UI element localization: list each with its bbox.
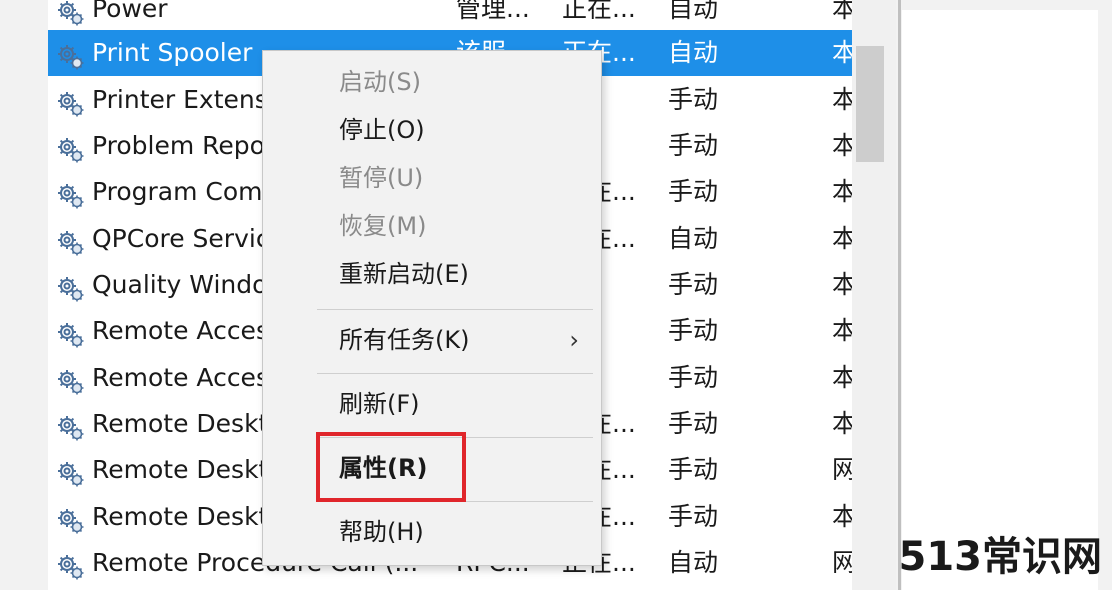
service-logon-as-cell: 本: [832, 177, 852, 206]
service-logon-as-cell: 本: [832, 0, 852, 23]
menu-item-label: 暂停(U): [339, 164, 424, 192]
service-name-cell: Power: [92, 0, 168, 23]
service-logon-as-cell: 本: [832, 85, 852, 114]
menu-item-label: 所有任务(K): [339, 326, 470, 354]
service-logon-as-cell: 本: [832, 224, 852, 253]
menu-item-start[interactable]: 启动(S): [263, 59, 601, 105]
service-startup-type-cell: 手动: [668, 363, 719, 392]
service-logon-as-cell: 网: [832, 548, 852, 577]
service-logon-as-cell: 本: [832, 409, 852, 438]
service-startup-type-cell: 自动: [668, 224, 719, 253]
service-startup-type-cell: 自动: [668, 548, 719, 577]
service-startup-type-cell: 手动: [668, 131, 719, 160]
gear-icon: [56, 365, 86, 395]
menu-item-label: 刷新(F): [339, 390, 420, 418]
gear-icon: [56, 133, 86, 163]
gear-icon: [56, 226, 86, 256]
service-logon-as-cell: 本: [832, 131, 852, 160]
service-startup-type-cell: 手动: [668, 502, 719, 531]
service-startup-type-cell: 自动: [668, 0, 719, 23]
service-logon-as-cell: 本: [832, 270, 852, 299]
service-description-cell: 管理...: [456, 0, 530, 23]
service-logon-as-cell: 本: [832, 316, 852, 345]
service-logon-as-cell: 网: [832, 455, 852, 484]
menu-item-label: 恢复(M): [339, 212, 427, 240]
service-logon-as-cell: 本: [832, 502, 852, 531]
menu-item-label: 重新启动(E): [339, 260, 469, 288]
service-status-cell: 正在...: [562, 0, 636, 23]
service-startup-type-cell: 手动: [668, 316, 719, 345]
gear-icon: [56, 411, 86, 441]
gear-icon: [56, 504, 86, 534]
annotation-highlight-box: [316, 432, 466, 502]
table-row[interactable]: Power 管理... 正在... 自动 本: [48, 0, 852, 32]
service-startup-type-cell: 手动: [668, 177, 719, 206]
chevron-right-icon: ›: [569, 326, 579, 354]
gear-icon: [56, 0, 86, 26]
menu-item-label: 帮助(H): [339, 518, 424, 546]
menu-separator: [317, 373, 593, 374]
menu-item-refresh[interactable]: 刷新(F): [263, 381, 601, 427]
menu-item-help[interactable]: 帮助(H): [263, 509, 601, 555]
vertical-scrollbar-thumb[interactable]: [856, 46, 884, 162]
menu-item-resume[interactable]: 恢复(M): [263, 203, 601, 249]
gear-icon: [56, 87, 86, 117]
menu-item-stop[interactable]: 停止(O): [263, 107, 601, 153]
gear-icon: [56, 40, 86, 70]
menu-item-restart[interactable]: 重新启动(E): [263, 251, 601, 297]
menu-item-pause[interactable]: 暂停(U): [263, 155, 601, 201]
service-startup-type-cell: 手动: [668, 409, 719, 438]
gear-icon: [56, 457, 86, 487]
gear-icon: [56, 272, 86, 302]
gear-icon: [56, 550, 86, 580]
menu-item-all-tasks[interactable]: 所有任务(K) ›: [263, 317, 601, 363]
menu-item-label: 停止(O): [339, 116, 425, 144]
service-logon-as-cell: 本: [832, 363, 852, 392]
menu-separator: [317, 309, 593, 310]
service-startup-type-cell: 手动: [668, 85, 719, 114]
service-startup-type-cell: 手动: [668, 455, 719, 484]
pane-splitter[interactable]: [898, 0, 901, 590]
gear-icon: [56, 179, 86, 209]
watermark: 513常识网: [898, 534, 1103, 580]
menu-item-label: 启动(S): [339, 68, 421, 96]
service-startup-type-cell: 自动: [668, 38, 719, 67]
gear-icon: [56, 318, 86, 348]
actions-pane: [902, 10, 1098, 590]
service-logon-as-cell: 本: [832, 38, 852, 67]
service-startup-type-cell: 手动: [668, 270, 719, 299]
